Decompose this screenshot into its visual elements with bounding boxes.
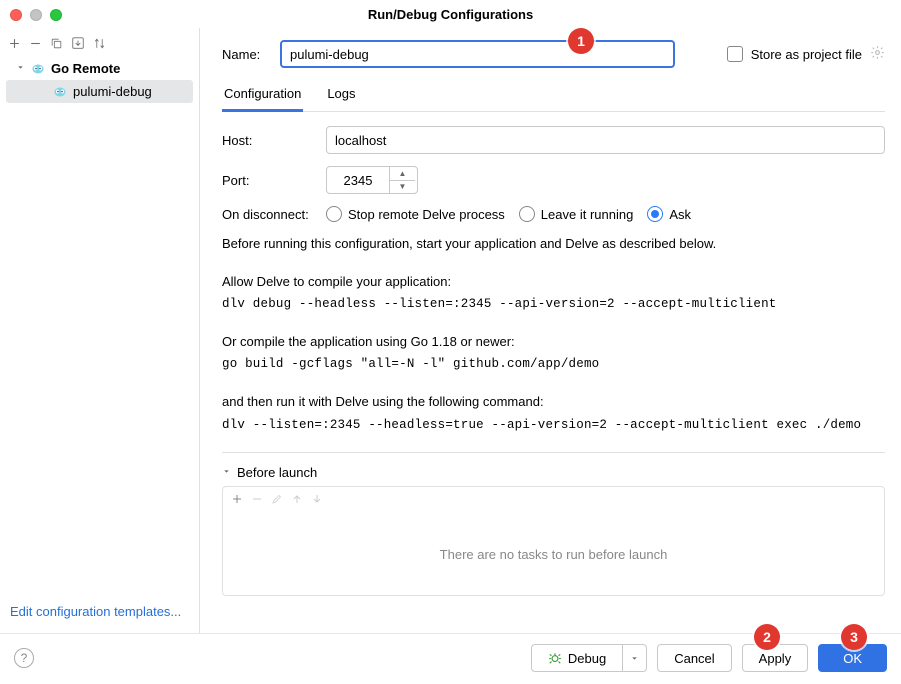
stepper-down-icon[interactable]: ▼ xyxy=(390,181,415,194)
radio-ask[interactable]: Ask xyxy=(647,206,691,222)
window-title: Run/Debug Configurations xyxy=(0,7,901,28)
close-window-button[interactable] xyxy=(10,9,22,21)
config-name-input[interactable] xyxy=(280,40,675,68)
remove-task-icon xyxy=(251,493,263,508)
bug-icon xyxy=(548,651,562,665)
store-as-project-label: Store as project file xyxy=(751,47,862,62)
move-up-icon xyxy=(291,493,303,508)
debug-button-group: Debug xyxy=(531,644,647,672)
callout-3: 3 xyxy=(841,624,867,650)
radio-stop-process[interactable]: Stop remote Delve process xyxy=(326,206,505,222)
disconnect-label: On disconnect: xyxy=(222,207,326,222)
gear-icon[interactable] xyxy=(870,45,885,63)
help-icon[interactable]: ? xyxy=(14,648,34,668)
debug-button[interactable]: Debug xyxy=(531,644,623,672)
no-tasks-label: There are no tasks to run before launch xyxy=(223,514,884,595)
tree-node-pulumi-debug[interactable]: pulumi-debug xyxy=(6,80,193,103)
port-label: Port: xyxy=(222,173,326,188)
add-task-icon[interactable] xyxy=(231,493,243,508)
stepper-up-icon[interactable]: ▲ xyxy=(390,167,415,181)
sort-config-icon[interactable] xyxy=(93,37,106,50)
host-input[interactable] xyxy=(326,126,885,154)
radio-leave-running[interactable]: Leave it running xyxy=(519,206,634,222)
config-panel: 1 Name: Store as project file Configurat… xyxy=(200,28,901,633)
chevron-down-icon xyxy=(16,63,25,75)
minimize-window-button[interactable] xyxy=(30,9,42,21)
save-config-icon[interactable] xyxy=(71,36,85,50)
maximize-window-button[interactable] xyxy=(50,9,62,21)
tab-logs[interactable]: Logs xyxy=(325,80,357,111)
edit-templates-link[interactable]: Edit configuration templates... xyxy=(0,596,199,627)
config-tabs: Configuration Logs xyxy=(222,80,885,112)
tab-configuration[interactable]: Configuration xyxy=(222,80,303,112)
sidebar: Go Remote pulumi-debug Edit configuratio… xyxy=(0,28,200,633)
before-launch-header[interactable]: Before launch xyxy=(222,465,885,480)
host-label: Host: xyxy=(222,133,326,148)
tree-child-label: pulumi-debug xyxy=(73,84,152,99)
callout-1: 1 xyxy=(568,28,594,54)
port-stepper[interactable]: ▲ ▼ xyxy=(389,167,415,193)
debug-dropdown-icon[interactable] xyxy=(623,644,647,672)
port-input[interactable] xyxy=(327,167,389,193)
dialog-footer: ? Debug Cancel Apply OK 2 3 xyxy=(0,633,901,684)
go-remote-icon xyxy=(52,85,68,99)
cancel-button[interactable]: Cancel xyxy=(657,644,731,672)
store-as-project-checkbox[interactable] xyxy=(727,46,743,62)
callout-2: 2 xyxy=(754,624,780,650)
tree-node-go-remote[interactable]: Go Remote xyxy=(4,58,195,79)
sidebar-toolbar xyxy=(0,34,199,58)
remove-config-icon[interactable] xyxy=(29,37,42,50)
apply-button[interactable]: Apply xyxy=(742,644,809,672)
before-launch-box: There are no tasks to run before launch xyxy=(222,486,885,596)
go-remote-icon xyxy=(30,62,46,76)
copy-config-icon[interactable] xyxy=(50,37,63,50)
add-config-icon[interactable] xyxy=(8,37,21,50)
edit-task-icon xyxy=(271,493,283,508)
instructions-text: Before running this configuration, start… xyxy=(222,234,885,434)
move-down-icon xyxy=(311,493,323,508)
name-label: Name: xyxy=(222,47,280,62)
config-tree: Go Remote pulumi-debug xyxy=(0,58,199,596)
chevron-down-icon xyxy=(222,467,231,479)
tree-parent-label: Go Remote xyxy=(51,61,120,76)
